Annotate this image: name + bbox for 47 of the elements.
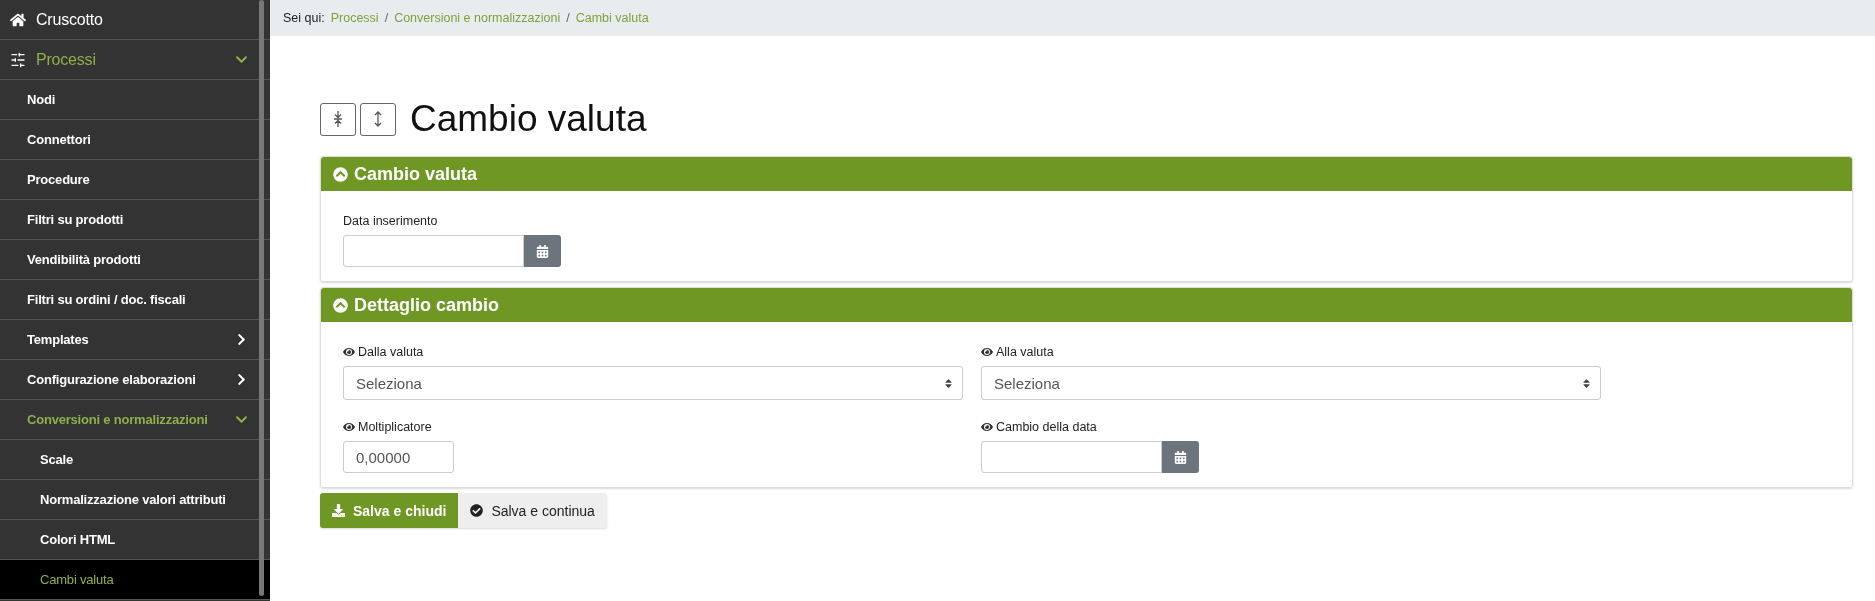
sidebar-item-label: Configurazione elaborazioni [27,372,197,387]
breadcrumb-prefix: Sei qui: [283,11,325,25]
sidebar-item-label: Connettori [27,132,92,147]
sliders-icon [10,51,26,68]
field-label: Dalla valuta [358,345,424,359]
sidebar-item-label: Normalizzazione valori attributi [40,492,227,507]
collapse-all-button[interactable] [320,102,356,136]
calendar-icon [1174,450,1187,464]
sidebar-item-label: Cambi valuta [40,572,115,587]
sort-icon [1581,377,1592,389]
sidebar-item-label: Scale [40,452,74,467]
panel-title: Cambio valuta [354,163,478,185]
sidebar-item-label: Cruscotto [36,10,104,29]
expand-all-button[interactable] [360,102,396,136]
sidebar-item-label: Filtri su ordini / doc. fiscali [27,292,187,307]
collapse-arrows-icon [334,111,342,127]
date-input[interactable] [343,235,524,267]
sidebar-item-label: Filtri su prodotti [27,212,125,227]
breadcrumb-separator: / [566,11,570,25]
sidebar-item-label: Procedure [27,172,91,187]
sidebar-item[interactable]: Cambi valuta [0,560,270,600]
sidebar-item-label: Nodi [27,92,57,107]
home-icon [10,11,26,28]
select-field[interactable]: Seleziona [343,366,963,400]
number-input[interactable]: 0,00000 [343,441,454,473]
field-label: Alla valuta [996,345,1054,359]
breadcrumb-separator: / [384,11,389,25]
calendar-icon [536,244,549,258]
calendar-button[interactable] [524,235,561,267]
select-field[interactable]: Seleziona [981,366,1601,400]
calendar-button[interactable] [1162,441,1199,473]
panel-title: Dettaglio cambio [354,294,500,316]
page-title: Cambio valuta [410,98,647,140]
field-label: Cambio della data [996,420,1097,434]
sidebar-item-label: Conversioni e normalizzazioni [27,412,209,427]
field-label: Moltiplicatore [358,420,432,434]
field-label: Data inserimento [343,214,438,228]
sidebar-item-label: Colori HTML [40,532,117,547]
expand-arrows-icon [374,111,382,127]
save-continue-button[interactable]: Salva e continua [458,493,607,528]
scrollbar[interactable] [259,0,264,596]
date-input[interactable] [981,441,1162,473]
sidebar-item-label: Vendibilità prodotti [27,252,142,267]
download-icon [332,504,345,517]
sidebar-item-label: Templates [27,332,90,347]
sidebar-item-label: Processi [36,50,97,69]
sort-icon [943,377,954,389]
